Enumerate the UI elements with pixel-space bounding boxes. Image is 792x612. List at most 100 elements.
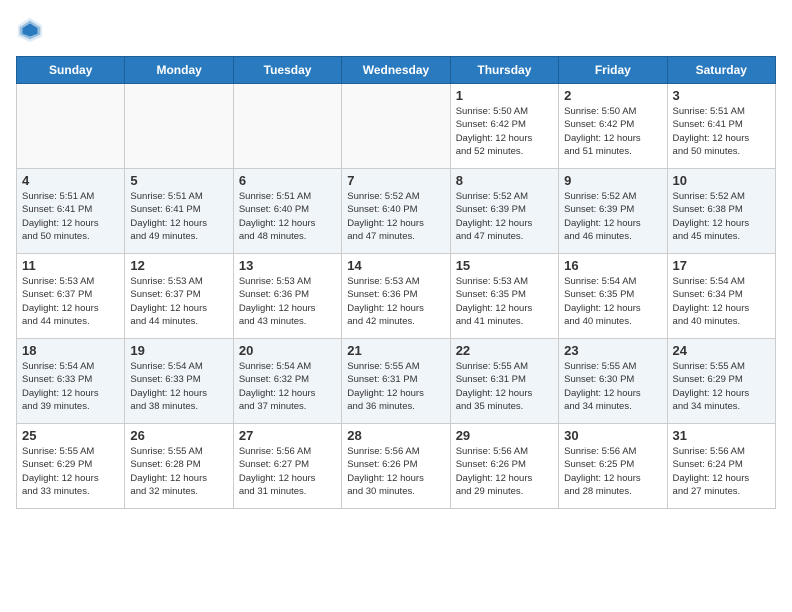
calendar-cell: 2Sunrise: 5:50 AM Sunset: 6:42 PM Daylig…: [559, 84, 667, 169]
calendar-cell: 18Sunrise: 5:54 AM Sunset: 6:33 PM Dayli…: [17, 339, 125, 424]
day-number: 8: [456, 173, 553, 188]
day-header-thursday: Thursday: [450, 57, 558, 84]
day-info: Sunrise: 5:51 AM Sunset: 6:40 PM Dayligh…: [239, 190, 336, 243]
calendar-cell: 5 Sunrise: 5:51 AM Sunset: 6:41 PM Daylig…: [125, 169, 233, 254]
day-number: 11: [22, 258, 119, 273]
calendar-cell: 10Sunrise: 5:52 AM Sunset: 6:38 PM Dayli…: [667, 169, 775, 254]
day-number: 1: [456, 88, 553, 103]
calendar-cell: 9 Sunrise: 5:52 AM Sunset: 6:39 PM Daylig…: [559, 169, 667, 254]
calendar-cell: 13 Sunrise: 5:53 AM Sunset: 6:36 PM Dayli…: [233, 254, 341, 339]
day-number: 13: [239, 258, 336, 273]
calendar-cell: 24 Sunrise: 5:55 AM Sunset: 6:29 PM Dayli…: [667, 339, 775, 424]
day-info: Sunrise: 5:51 AM Sunset: 6:41 PM Dayligh…: [673, 105, 770, 158]
day-info: Sunrise: 5:51 AM Sunset: 6:41 PM Dayligh…: [130, 190, 227, 243]
calendar-cell: 23Sunrise: 5:55 AM Sunset: 6:30 PM Dayli…: [559, 339, 667, 424]
day-number: 2: [564, 88, 661, 103]
calendar-week-5: 25Sunrise: 5:55 AM Sunset: 6:29 PM Dayli…: [17, 424, 776, 509]
day-info: Sunrise: 5:53 AM Sunset: 6:36 PM Dayligh…: [347, 275, 444, 328]
day-header-tuesday: Tuesday: [233, 57, 341, 84]
day-header-monday: Monday: [125, 57, 233, 84]
day-number: 24: [673, 343, 770, 358]
day-header-wednesday: Wednesday: [342, 57, 450, 84]
day-number: 9: [564, 173, 661, 188]
day-info: Sunrise: 5:56 AM Sunset: 6:26 PM Dayligh…: [347, 445, 444, 498]
calendar-cell: [233, 84, 341, 169]
day-info: Sunrise: 5:56 AM Sunset: 6:27 PM Dayligh…: [239, 445, 336, 498]
calendar-cell: 26Sunrise: 5:55 AM Sunset: 6:28 PM Dayli…: [125, 424, 233, 509]
day-number: 27: [239, 428, 336, 443]
day-number: 31: [673, 428, 770, 443]
day-number: 30: [564, 428, 661, 443]
day-number: 17: [673, 258, 770, 273]
calendar-cell: 21Sunrise: 5:55 AM Sunset: 6:31 PM Dayli…: [342, 339, 450, 424]
day-info: Sunrise: 5:54 AM Sunset: 6:34 PM Dayligh…: [673, 275, 770, 328]
calendar-cell: [342, 84, 450, 169]
day-header-saturday: Saturday: [667, 57, 775, 84]
day-info: Sunrise: 5:51 AM Sunset: 6:41 PM Dayligh…: [22, 190, 119, 243]
day-number: 20: [239, 343, 336, 358]
day-number: 16: [564, 258, 661, 273]
day-number: 10: [673, 173, 770, 188]
calendar-cell: [17, 84, 125, 169]
day-number: 12: [130, 258, 227, 273]
day-header-sunday: Sunday: [17, 57, 125, 84]
calendar-week-4: 18Sunrise: 5:54 AM Sunset: 6:33 PM Dayli…: [17, 339, 776, 424]
calendar-cell: 30 Sunrise: 5:56 AM Sunset: 6:25 PM Dayli…: [559, 424, 667, 509]
day-number: 19: [130, 343, 227, 358]
logo-icon: [16, 16, 44, 44]
calendar-cell: 19Sunrise: 5:54 AM Sunset: 6:33 PM Dayli…: [125, 339, 233, 424]
day-number: 6: [239, 173, 336, 188]
calendar-cell: [125, 84, 233, 169]
day-number: 3: [673, 88, 770, 103]
day-info: Sunrise: 5:53 AM Sunset: 6:37 PM Dayligh…: [22, 275, 119, 328]
calendar-header-row: SundayMondayTuesdayWednesdayThursdayFrid…: [17, 57, 776, 84]
calendar-week-1: 1Sunrise: 5:50 AM Sunset: 6:42 PM Daylig…: [17, 84, 776, 169]
calendar-cell: 14Sunrise: 5:53 AM Sunset: 6:36 PM Dayli…: [342, 254, 450, 339]
calendar-cell: 29 Sunrise: 5:56 AM Sunset: 6:26 PM Dayli…: [450, 424, 558, 509]
calendar-cell: 8 Sunrise: 5:52 AM Sunset: 6:39 PM Daylig…: [450, 169, 558, 254]
day-number: 29: [456, 428, 553, 443]
calendar-cell: 1Sunrise: 5:50 AM Sunset: 6:42 PM Daylig…: [450, 84, 558, 169]
calendar-cell: 11 Sunrise: 5:53 AM Sunset: 6:37 PM Dayli…: [17, 254, 125, 339]
day-number: 15: [456, 258, 553, 273]
calendar-week-3: 11 Sunrise: 5:53 AM Sunset: 6:37 PM Dayli…: [17, 254, 776, 339]
calendar-cell: 28 Sunrise: 5:56 AM Sunset: 6:26 PM Dayli…: [342, 424, 450, 509]
day-info: Sunrise: 5:56 AM Sunset: 6:25 PM Dayligh…: [564, 445, 661, 498]
day-number: 5: [130, 173, 227, 188]
calendar-cell: 15Sunrise: 5:53 AM Sunset: 6:35 PM Dayli…: [450, 254, 558, 339]
day-info: Sunrise: 5:52 AM Sunset: 6:39 PM Dayligh…: [564, 190, 661, 243]
day-info: Sunrise: 5:54 AM Sunset: 6:35 PM Dayligh…: [564, 275, 661, 328]
calendar-cell: 31 Sunrise: 5:56 AM Sunset: 6:24 PM Dayli…: [667, 424, 775, 509]
calendar-cell: 22 Sunrise: 5:55 AM Sunset: 6:31 PM Dayli…: [450, 339, 558, 424]
day-number: 21: [347, 343, 444, 358]
calendar-cell: 12 Sunrise: 5:53 AM Sunset: 6:37 PM Dayli…: [125, 254, 233, 339]
day-number: 7: [347, 173, 444, 188]
day-info: Sunrise: 5:53 AM Sunset: 6:36 PM Dayligh…: [239, 275, 336, 328]
calendar-cell: 7Sunrise: 5:52 AM Sunset: 6:40 PM Daylig…: [342, 169, 450, 254]
day-info: Sunrise: 5:55 AM Sunset: 6:31 PM Dayligh…: [456, 360, 553, 413]
calendar-cell: 17 Sunrise: 5:54 AM Sunset: 6:34 PM Dayli…: [667, 254, 775, 339]
calendar-cell: 3 Sunrise: 5:51 AM Sunset: 6:41 PM Daylig…: [667, 84, 775, 169]
day-info: Sunrise: 5:56 AM Sunset: 6:26 PM Dayligh…: [456, 445, 553, 498]
day-header-friday: Friday: [559, 57, 667, 84]
day-number: 28: [347, 428, 444, 443]
day-info: Sunrise: 5:56 AM Sunset: 6:24 PM Dayligh…: [673, 445, 770, 498]
calendar-week-2: 4 Sunrise: 5:51 AM Sunset: 6:41 PM Daylig…: [17, 169, 776, 254]
day-info: Sunrise: 5:54 AM Sunset: 6:33 PM Dayligh…: [22, 360, 119, 413]
day-info: Sunrise: 5:54 AM Sunset: 6:32 PM Dayligh…: [239, 360, 336, 413]
day-info: Sunrise: 5:55 AM Sunset: 6:28 PM Dayligh…: [130, 445, 227, 498]
calendar-cell: 20 Sunrise: 5:54 AM Sunset: 6:32 PM Dayli…: [233, 339, 341, 424]
day-info: Sunrise: 5:53 AM Sunset: 6:37 PM Dayligh…: [130, 275, 227, 328]
day-number: 4: [22, 173, 119, 188]
day-info: Sunrise: 5:55 AM Sunset: 6:29 PM Dayligh…: [673, 360, 770, 413]
day-number: 22: [456, 343, 553, 358]
calendar-cell: 16 Sunrise: 5:54 AM Sunset: 6:35 PM Dayli…: [559, 254, 667, 339]
calendar-cell: 6 Sunrise: 5:51 AM Sunset: 6:40 PM Daylig…: [233, 169, 341, 254]
calendar-cell: 4 Sunrise: 5:51 AM Sunset: 6:41 PM Daylig…: [17, 169, 125, 254]
header: [16, 16, 776, 44]
day-info: Sunrise: 5:55 AM Sunset: 6:30 PM Dayligh…: [564, 360, 661, 413]
day-number: 25: [22, 428, 119, 443]
day-info: Sunrise: 5:52 AM Sunset: 6:39 PM Dayligh…: [456, 190, 553, 243]
calendar-table: SundayMondayTuesdayWednesdayThursdayFrid…: [16, 56, 776, 509]
calendar-cell: 27 Sunrise: 5:56 AM Sunset: 6:27 PM Dayli…: [233, 424, 341, 509]
